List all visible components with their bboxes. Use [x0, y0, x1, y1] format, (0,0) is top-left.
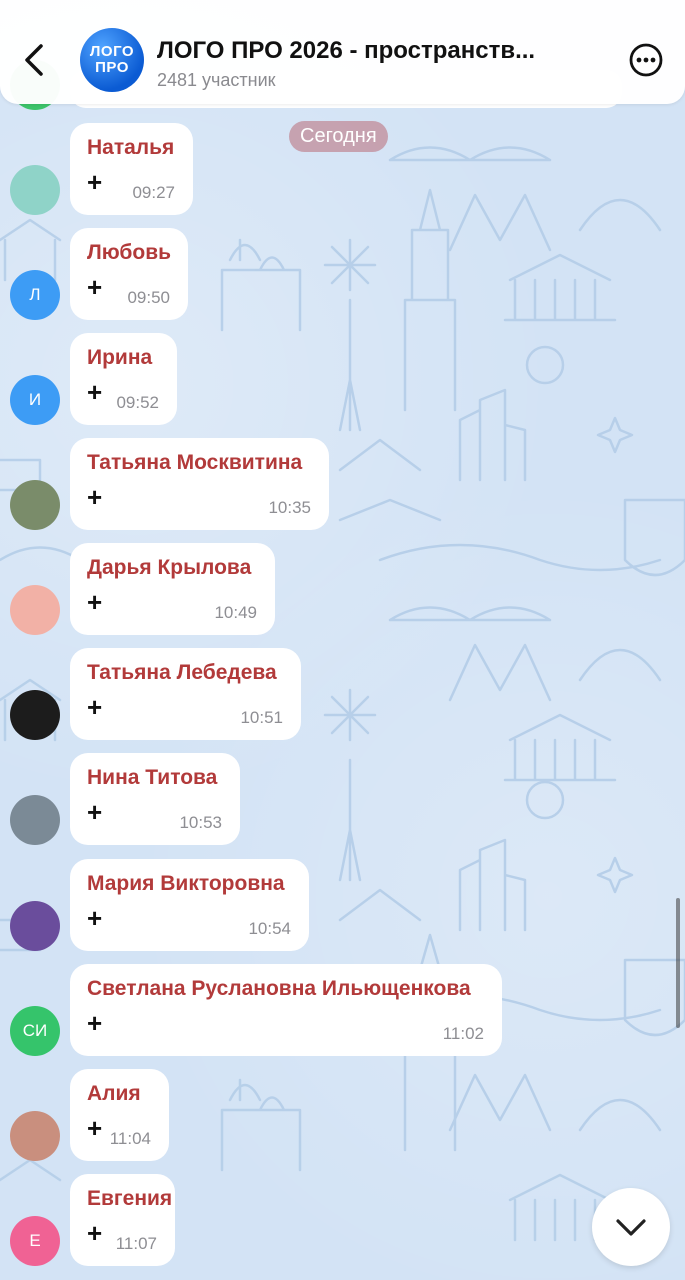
sender-name[interactable]: Наталья — [87, 136, 174, 160]
message-text: + — [87, 797, 103, 827]
message-time: 09:50 — [127, 288, 170, 307]
sender-name[interactable]: Нина Титова — [87, 766, 217, 790]
date-separator: Сегодня — [289, 121, 388, 152]
more-button[interactable] — [628, 42, 664, 78]
message-time: 11:04 — [109, 1129, 151, 1148]
message-time: 09:52 — [116, 393, 159, 412]
sender-name[interactable]: Татьяна Москвитина — [87, 451, 302, 475]
message-text: + — [87, 272, 103, 302]
chat-header: ЛОГО ПРО ЛОГО ПРО 2026 - пространств... … — [0, 0, 685, 104]
message-bubble[interactable]: Нина Титова +10:53 — [70, 753, 240, 845]
message-bubble[interactable]: Мария Викторовна +10:54 — [70, 859, 309, 951]
message-bubble[interactable]: Ирина +09:52 — [70, 333, 177, 425]
sender-name[interactable]: Дарья Крылова — [87, 556, 251, 580]
sender-avatar[interactable] — [10, 1111, 60, 1161]
sender-name[interactable]: Алия — [87, 1082, 141, 1106]
scroll-to-bottom-button[interactable] — [592, 1188, 670, 1266]
sender-avatar[interactable]: СИ — [10, 1006, 60, 1056]
sender-avatar[interactable] — [10, 795, 60, 845]
back-button[interactable] — [14, 38, 54, 82]
group-avatar[interactable]: ЛОГО ПРО — [80, 28, 144, 92]
message-text: + — [87, 167, 103, 197]
sender-avatar[interactable]: Л — [10, 270, 60, 320]
message-text: + — [87, 587, 103, 617]
message-bubble[interactable]: Татьяна Москвитина +10:35 — [70, 438, 329, 530]
message-bubble[interactable]: Алия +11:04 — [70, 1069, 169, 1161]
message-bubble[interactable]: Любовь +09:50 — [70, 228, 188, 320]
chat-title[interactable]: ЛОГО ПРО 2026 - пространств... — [157, 37, 535, 65]
chevron-left-icon — [25, 44, 43, 76]
message-text: + — [87, 1008, 103, 1038]
message-time: 10:53 — [179, 813, 222, 832]
message-bubble[interactable]: Светлана Руслановна Ильющенкова +11:02 — [70, 964, 502, 1056]
message-time: 10:54 — [248, 919, 291, 938]
sender-name[interactable]: Мария Викторовна — [87, 872, 285, 896]
group-avatar-line1: ЛОГО — [89, 43, 135, 60]
message-text: + — [87, 377, 103, 407]
sender-avatar[interactable] — [10, 690, 60, 740]
message-bubble[interactable]: Евгения +11:07 — [70, 1174, 175, 1266]
message-bubble[interactable]: Татьяна Лебедева +10:51 — [70, 648, 301, 740]
sender-name[interactable]: Светлана Руслановна Ильющенкова — [87, 977, 471, 1001]
sender-name[interactable]: Евгения — [87, 1187, 172, 1211]
sender-avatar[interactable]: Е — [10, 1216, 60, 1266]
message-text: + — [87, 1218, 103, 1248]
scrollbar[interactable] — [676, 898, 680, 1028]
sender-avatar[interactable]: И — [10, 375, 60, 425]
more-circle-icon — [629, 43, 663, 77]
message-time: 09:27 — [132, 183, 175, 202]
sender-avatar[interactable] — [10, 585, 60, 635]
message-text: + — [87, 692, 103, 722]
sender-name[interactable]: Ирина — [87, 346, 152, 370]
sender-avatar[interactable] — [10, 165, 60, 215]
message-time: 10:49 — [214, 603, 257, 622]
message-bubble[interactable]: Наталья +09:27 — [70, 123, 193, 215]
sender-avatar[interactable] — [10, 901, 60, 951]
sender-name[interactable]: Татьяна Лебедева — [87, 661, 277, 685]
sender-avatar[interactable] — [10, 480, 60, 530]
member-count: 2481 участник — [157, 70, 276, 90]
sender-name[interactable]: Любовь — [87, 241, 171, 265]
message-time: 11:07 — [115, 1234, 157, 1253]
chevron-down-icon — [616, 1219, 646, 1236]
message-time: 10:35 — [268, 498, 311, 517]
group-avatar-line2: ПРО — [95, 59, 129, 76]
message-text: + — [87, 903, 103, 933]
message-time: 10:51 — [240, 708, 283, 727]
message-text: + — [87, 482, 103, 512]
message-time: 11:02 — [442, 1024, 484, 1043]
message-bubble[interactable]: Дарья Крылова +10:49 — [70, 543, 275, 635]
message-text: + — [87, 1113, 103, 1143]
